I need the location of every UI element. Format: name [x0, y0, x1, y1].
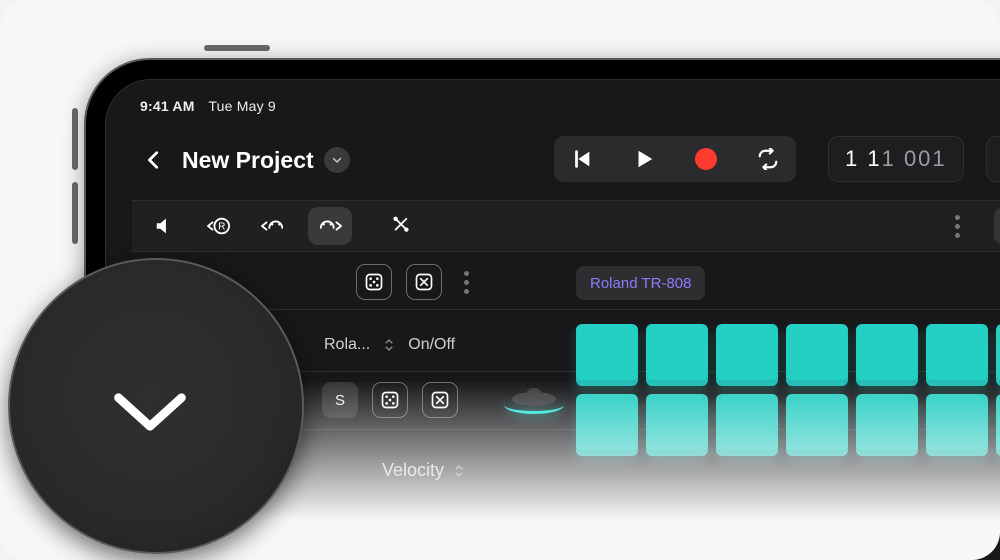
randomize-button[interactable] — [356, 264, 392, 300]
svg-text:R: R — [218, 222, 225, 233]
play-button[interactable] — [630, 145, 658, 173]
updown-icon[interactable] — [384, 338, 394, 352]
step-pad[interactable] — [926, 324, 988, 386]
project-dropdown[interactable] — [324, 147, 350, 173]
kit-name: Roland TR-808 — [590, 275, 691, 292]
onoff-toggle[interactable]: On/Off — [994, 207, 1000, 245]
pattern-in-button[interactable] — [254, 207, 292, 245]
step-pad[interactable] — [576, 324, 638, 386]
counter-bars: 1 1 — [845, 146, 882, 172]
track-kit-short: Rola... — [324, 336, 370, 354]
status-time: 9:41 AM — [140, 98, 195, 114]
step-pad[interactable] — [646, 324, 708, 386]
record-button[interactable] — [692, 145, 720, 173]
sample-pad-icon[interactable] — [504, 372, 564, 420]
region-in-button[interactable]: R — [200, 207, 238, 245]
record-icon — [695, 148, 717, 170]
step-pad[interactable] — [996, 324, 1000, 386]
counter-sub: 1 001 — [882, 146, 947, 172]
track-randomize-button[interactable] — [372, 382, 408, 418]
more-vertical-icon[interactable] — [934, 207, 972, 245]
step-pad[interactable] — [856, 324, 918, 386]
velocity-label: Velocity — [382, 460, 444, 481]
cycle-button[interactable] — [754, 145, 782, 173]
step-pad[interactable] — [716, 324, 778, 386]
project-title: New Project — [182, 147, 314, 174]
step-pad[interactable] — [786, 324, 848, 386]
position-counter[interactable]: 1 1 1 001 — [828, 136, 964, 182]
secondary-toolbar: R On/Off — [132, 200, 1000, 252]
transport-bar — [554, 136, 796, 182]
velocity-updown-icon[interactable] — [454, 464, 464, 478]
pattern-out-button[interactable] — [308, 207, 352, 245]
back-button[interactable] — [140, 146, 168, 174]
status-date: Tue May 9 — [208, 98, 275, 114]
track-clear-button[interactable] — [422, 382, 458, 418]
clear-button[interactable] — [406, 264, 442, 300]
track-mode: On/Off — [408, 336, 455, 354]
kit-chip[interactable]: Roland TR-808 — [576, 266, 705, 300]
chevron-down-icon — [107, 383, 193, 441]
status-bar: 9:41 AM Tue May 9 — [140, 98, 276, 114]
note-repeat-button[interactable] — [382, 207, 420, 245]
magnifier-callout — [8, 258, 304, 554]
go-to-start-button[interactable] — [568, 145, 596, 173]
tempo-counter[interactable]: 93 — [986, 136, 1000, 182]
row-more-icon[interactable] — [464, 271, 469, 294]
solo-button[interactable]: S — [322, 382, 358, 418]
volume-button[interactable] — [146, 207, 184, 245]
